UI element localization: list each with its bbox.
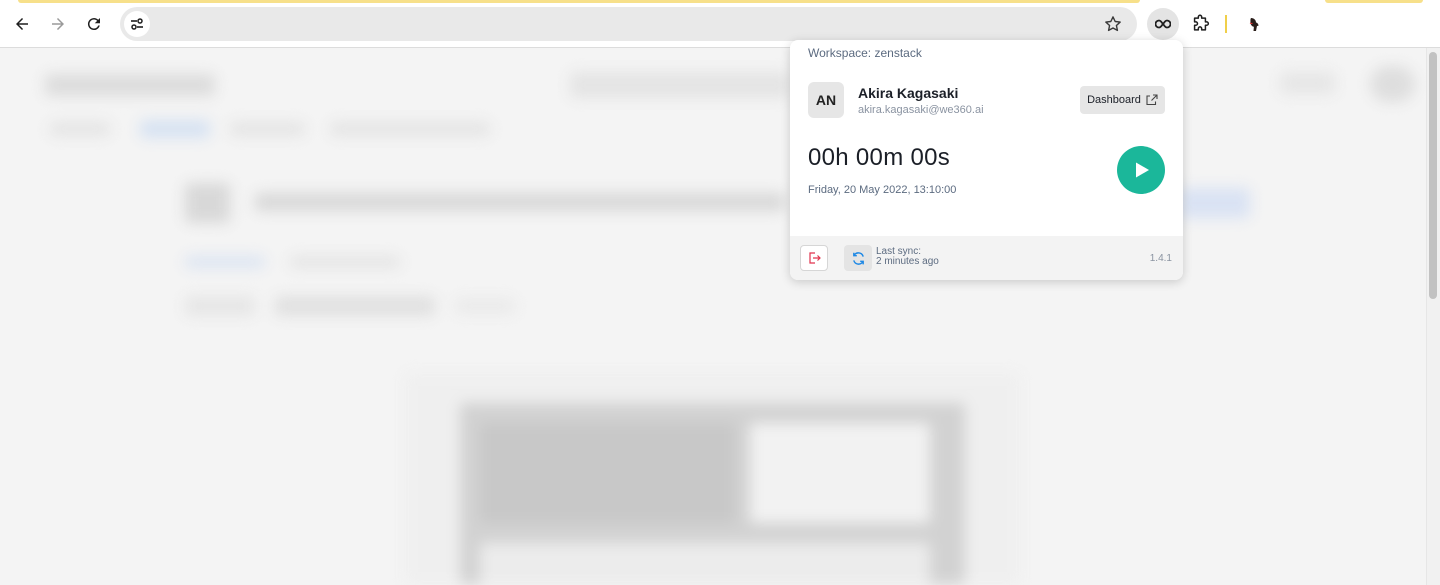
dashboard-button-label: Dashboard xyxy=(1087,94,1141,106)
popup-footer: Last sync: 2 minutes ago 1.4.1 xyxy=(790,236,1183,280)
start-timer-button[interactable] xyxy=(1117,146,1165,194)
arrow-left-icon xyxy=(16,18,28,30)
current-datetime: Friday, 20 May 2022, 13:10:00 xyxy=(808,184,957,196)
avatar: AN xyxy=(808,82,844,118)
timer-display: 00h 00m 00s xyxy=(808,144,951,171)
infinity-icon xyxy=(1155,19,1171,29)
back-button[interactable] xyxy=(10,12,34,36)
arrow-right-icon xyxy=(52,18,64,30)
time-tracker-extension-button[interactable] xyxy=(1147,8,1179,40)
puzzle-icon xyxy=(1193,14,1210,31)
last-sync-status: Last sync: 2 minutes ago xyxy=(876,247,939,267)
dashboard-button[interactable]: Dashboard xyxy=(1080,86,1165,114)
loading-indicator-right xyxy=(1325,0,1423,3)
reload-button[interactable] xyxy=(82,12,106,36)
logout-icon xyxy=(809,252,821,264)
site-info-button[interactable] xyxy=(124,11,150,37)
time-tracker-popup: Workspace: zenstack AN Akira Kagasaki ak… xyxy=(790,40,1183,280)
scrollbar-thumb[interactable] xyxy=(1429,52,1437,299)
external-link-icon xyxy=(1146,94,1158,106)
workspace-label: Workspace: zenstack xyxy=(808,46,922,60)
version-label: 1.4.1 xyxy=(1149,253,1172,264)
sync-icon xyxy=(852,251,864,265)
reload-icon xyxy=(87,18,100,31)
sync-button[interactable] xyxy=(844,245,872,271)
blurred-page-content xyxy=(0,48,1426,585)
star-icon[interactable] xyxy=(1103,14,1123,34)
browser-toolbar xyxy=(0,0,1440,48)
loading-indicator xyxy=(18,0,1140,3)
tune-icon xyxy=(131,18,143,30)
forward-button[interactable] xyxy=(46,12,70,36)
profile-icon xyxy=(1246,16,1262,32)
user-name: Akira Kagasaki xyxy=(858,85,959,101)
last-sync-time: 2 minutes ago xyxy=(876,256,939,267)
extensions-menu-button[interactable] xyxy=(1184,8,1216,40)
play-icon xyxy=(1136,162,1149,178)
address-bar[interactable] xyxy=(120,7,1137,41)
logout-button[interactable] xyxy=(800,245,828,271)
profile-button[interactable] xyxy=(1242,12,1266,36)
toolbar-divider xyxy=(1225,15,1227,33)
blurred-layer xyxy=(0,48,1426,585)
user-email: akira.kagasaki@we360.ai xyxy=(858,104,984,116)
